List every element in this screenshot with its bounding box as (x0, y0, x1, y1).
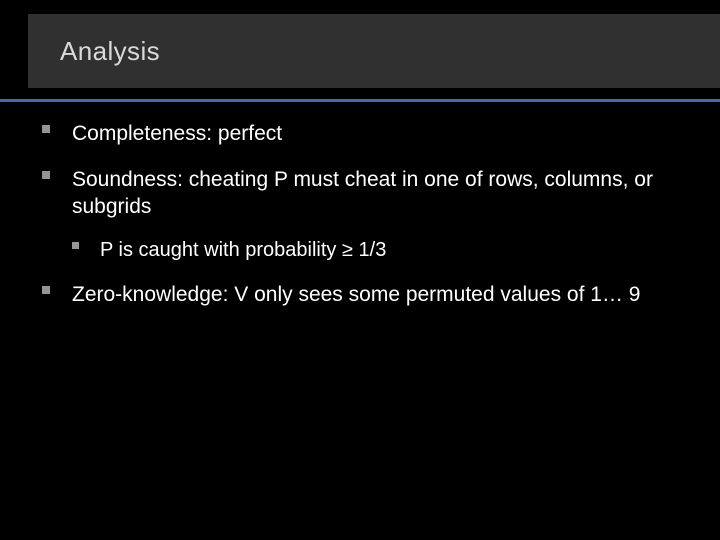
accent-line (0, 99, 720, 102)
sub-bullet-list: P is caught with probability ≥ 1/3 (72, 237, 680, 263)
bullet-text: Completeness: perfect (72, 122, 282, 145)
sub-bullet-text: P is caught with probability ≥ 1/3 (100, 239, 386, 261)
bullet-item: Zero-knowledge: V only sees some permute… (42, 281, 680, 309)
bullet-text: Soundness: cheating P must cheat in one … (72, 168, 653, 219)
sub-bullet-item: P is caught with probability ≥ 1/3 (72, 237, 680, 263)
slide-content: Completeness: perfect Soundness: cheatin… (42, 120, 680, 327)
bullet-item: Soundness: cheating P must cheat in one … (42, 166, 680, 263)
slide-title: Analysis (60, 36, 160, 67)
bullet-text: Zero-knowledge: V only sees some permute… (72, 283, 640, 306)
title-band: Analysis (28, 14, 720, 88)
bullet-item: Completeness: perfect (42, 120, 680, 148)
bullet-list: Completeness: perfect Soundness: cheatin… (42, 120, 680, 309)
slide: Analysis Completeness: perfect Soundness… (0, 0, 720, 540)
